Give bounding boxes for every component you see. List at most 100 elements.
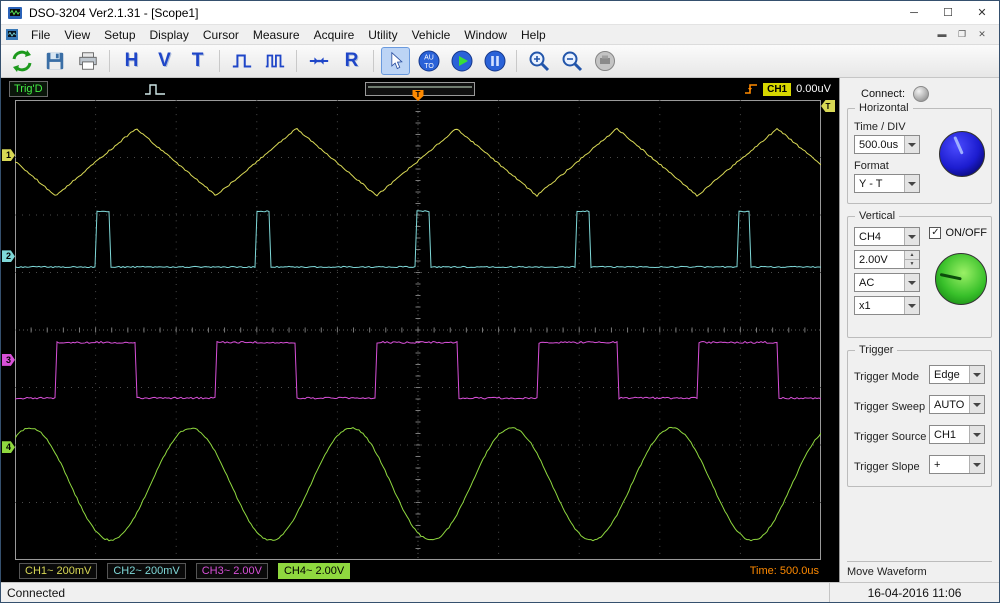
menu-cursor[interactable]: Cursor (196, 27, 246, 43)
vertical-channel-select[interactable]: CH4 (854, 227, 920, 246)
pulse-trigger-button[interactable] (260, 47, 289, 75)
hardcopy-icon (593, 49, 617, 73)
center-waveform-button[interactable] (304, 47, 333, 75)
menu-display[interactable]: Display (143, 27, 196, 43)
time-div-label: Time / DIV (854, 121, 906, 133)
knob-pointer (953, 136, 964, 155)
connect-button-sphere[interactable] (913, 86, 929, 102)
r-label: R (345, 50, 359, 72)
dropdown-arrow-icon (904, 136, 919, 153)
run-button[interactable] (447, 47, 476, 75)
status-bar: Connected 16-04-2016 11:06 (1, 582, 999, 602)
record-button[interactable]: R (337, 47, 366, 75)
pause-button[interactable] (480, 47, 509, 75)
trigger-level-marker[interactable]: T (821, 100, 835, 112)
menu-vehicle[interactable]: Vehicle (405, 27, 458, 43)
zoom-out-button[interactable] (557, 47, 586, 75)
dropdown-arrow-icon (904, 175, 919, 192)
trigger-type-glyph-icon (144, 83, 166, 96)
vertical-knob[interactable] (935, 253, 987, 305)
spin-down-icon[interactable]: ▼ (905, 260, 919, 268)
onoff-row: ✓ ON/OFF (929, 227, 987, 239)
close-icon[interactable]: ✕ (965, 1, 999, 24)
connect-button[interactable] (7, 47, 36, 75)
h-label: H (125, 50, 139, 72)
channel2-flag[interactable]: 2 (2, 250, 15, 262)
spin-up-icon[interactable]: ▲ (905, 251, 919, 260)
menu-acquire[interactable]: Acquire (307, 27, 362, 43)
channel4-label[interactable]: CH4~ 2.00V (278, 563, 350, 579)
pulse-wave-icon (263, 50, 287, 72)
cursor-tool-button[interactable] (381, 47, 410, 75)
menu-measure[interactable]: Measure (246, 27, 307, 43)
onoff-label: ON/OFF (945, 227, 987, 239)
dropdown-arrow-icon (904, 297, 919, 314)
trigger-button[interactable]: T (183, 47, 212, 75)
trigger-mode-label: Trigger Mode (854, 371, 919, 383)
time-div-select[interactable]: 500.0us (854, 135, 920, 154)
control-panel: Connect: Horizontal Time / DIV 500.0us F… (839, 78, 999, 582)
menu-help[interactable]: Help (514, 27, 553, 43)
dropdown-arrow-icon (904, 274, 919, 291)
hardcopy-button[interactable] (590, 47, 619, 75)
minimize-icon[interactable]: ─ (897, 1, 931, 24)
horizontal-button[interactable]: H (117, 47, 146, 75)
vertical-button[interactable]: V (150, 47, 179, 75)
dropdown-arrow-icon (969, 396, 984, 413)
format-select[interactable]: Y - T (854, 174, 920, 193)
channel2-label[interactable]: CH2~ 200mV (107, 563, 185, 579)
menu-window[interactable]: Window (457, 27, 514, 43)
mdi-close-icon[interactable]: ✕ (975, 29, 989, 40)
printer-icon (77, 50, 99, 72)
trigger-slope-select[interactable]: + (929, 455, 985, 474)
spinner-arrows[interactable]: ▲ ▼ (904, 251, 919, 268)
save-button[interactable] (40, 47, 69, 75)
mdi-controls: ▬ ❐ ✕ (935, 29, 995, 40)
channel1-flag[interactable]: 1 (2, 149, 15, 161)
app-icon (7, 5, 23, 21)
vertical-scale-spinner[interactable]: 2.00V ▲ ▼ (854, 250, 920, 269)
trigger-edge-icon (744, 82, 758, 96)
play-icon (450, 49, 474, 73)
toolbar: H V T R AU TO (1, 44, 999, 78)
menu-setup[interactable]: Setup (97, 27, 142, 43)
trigger-mode-select[interactable]: Edge (929, 365, 985, 384)
autoset-button[interactable]: AU TO (414, 47, 443, 75)
trigger-sweep-select[interactable]: AUTO (929, 395, 985, 414)
probe-select[interactable]: x1 (854, 296, 920, 315)
channel3-label[interactable]: CH3~ 2.00V (196, 563, 268, 579)
trigger-source-badge: CH1 (763, 83, 791, 96)
zoom-in-icon (527, 49, 551, 73)
timebase-label: Time: 500.0us (750, 565, 819, 577)
connect-label: Connect: (861, 88, 905, 100)
channel3-flag[interactable]: 3 (2, 354, 15, 366)
mdi-minimize-icon[interactable]: ▬ (935, 29, 949, 40)
trigger-info: CH1 0.00uV (744, 82, 831, 96)
trigger-source-label: Trigger Source (854, 431, 926, 443)
channel1-label[interactable]: CH1~ 200mV (19, 563, 97, 579)
onoff-checkbox[interactable]: ✓ (929, 227, 941, 239)
trig-status-badge: Trig'D (9, 81, 48, 97)
menu-utility[interactable]: Utility (361, 27, 404, 43)
vertical-group-title: Vertical (855, 210, 899, 222)
zoom-in-button[interactable] (524, 47, 553, 75)
move-waveform-section: Move Waveform (847, 561, 992, 578)
maximize-icon[interactable]: ☐ (931, 1, 965, 24)
trigger-slope-label: Trigger Slope (854, 461, 920, 473)
print-button[interactable] (73, 47, 102, 75)
auto-bottom-label: TO (424, 63, 434, 70)
t-label: T (192, 50, 204, 72)
format-label: Format (854, 160, 889, 172)
horizontal-knob[interactable] (939, 131, 985, 177)
coupling-select[interactable]: AC (854, 273, 920, 292)
dropdown-arrow-icon (969, 426, 984, 443)
trigger-source-select[interactable]: CH1 (929, 425, 985, 444)
mdi-restore-icon[interactable]: ❐ (955, 29, 969, 40)
scope-display[interactable]: T T 1 2 3 4 (15, 100, 821, 560)
datetime-display: 16-04-2016 11:06 (829, 583, 999, 602)
menu-file[interactable]: File (24, 27, 57, 43)
edge-trigger-button[interactable] (227, 47, 256, 75)
trigger-group: Trigger Trigger Mode Edge Trigger Sweep … (847, 350, 992, 487)
menu-view[interactable]: View (57, 27, 97, 43)
channel4-flag[interactable]: 4 (2, 441, 15, 453)
